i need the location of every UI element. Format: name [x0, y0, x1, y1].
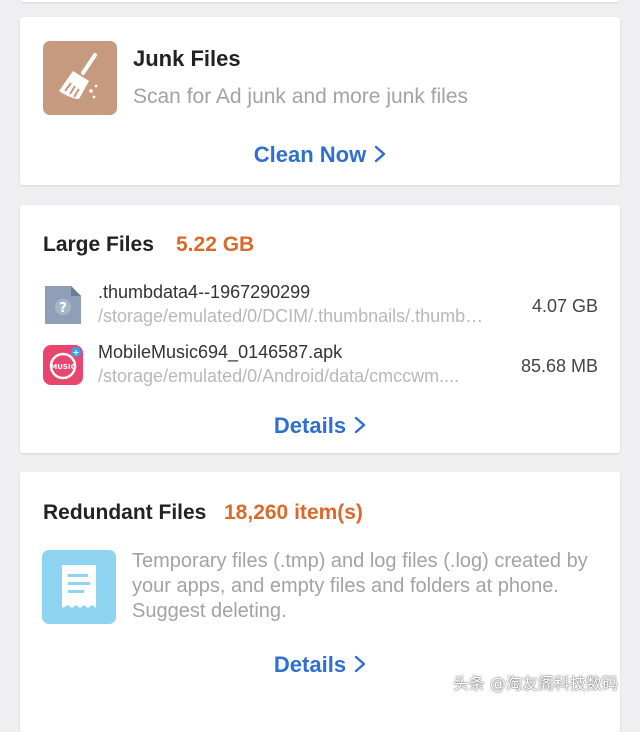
junk-files-card: Junk Files Scan for Ad junk and more jun… — [20, 17, 620, 185]
file-name: MobileMusic694_0146587.apk — [98, 342, 343, 362]
chevron-right-icon — [354, 653, 366, 679]
document-icon — [42, 550, 116, 624]
clean-now-button[interactable]: Clean Now — [20, 142, 620, 169]
details-label: Details — [273, 652, 347, 677]
file-path: /storage/emulated/0/Android/data/cmccwm.… — [98, 366, 460, 386]
junk-files-description: Scan for Ad junk and more junk files — [133, 85, 469, 108]
clean-now-label: Clean Now — [253, 142, 367, 167]
redundant-files-title: Redundant Files — [43, 501, 207, 524]
file-size: 4.07 GB — [531, 296, 598, 316]
music-app-icon: MUSIC + — [43, 345, 83, 385]
large-files-card: Large Files 5.22 GB ? .thumbdata4--19672… — [20, 205, 620, 453]
previous-card-edge — [20, 0, 620, 2]
file-name: .thumbdata4--1967290299 — [98, 282, 311, 302]
redundant-files-description: Temporary files (.tmp) and log files (.l… — [132, 550, 588, 622]
chevron-right-icon — [354, 414, 366, 440]
file-size: 85.68 MB — [520, 356, 598, 376]
svg-text:+: + — [73, 348, 80, 357]
chevron-right-icon — [374, 143, 386, 169]
junk-files-title: Junk Files — [133, 46, 241, 71]
large-file-row[interactable]: ? .thumbdata4--1967290299 /storage/emula… — [20, 282, 620, 332]
large-file-row[interactable]: MUSIC + MobileMusic694_0146587.apk /stor… — [20, 342, 620, 392]
unknown-file-icon: ? — [43, 285, 83, 325]
watermark: 头条 @淘友阁科技数码 — [452, 674, 618, 693]
file-path: /storage/emulated/0/DCIM/.thumbnails/.th… — [98, 306, 484, 326]
large-files-title: Large Files — [43, 233, 154, 256]
redundant-files-count: 18,260 item(s) — [224, 501, 363, 524]
broom-icon — [43, 41, 117, 115]
details-label: Details — [273, 413, 347, 438]
svg-text:MUSIC: MUSIC — [50, 363, 75, 371]
svg-text:?: ? — [59, 301, 67, 316]
large-files-details-button[interactable]: Details — [20, 413, 620, 440]
large-files-total-size: 5.22 GB — [176, 233, 255, 256]
